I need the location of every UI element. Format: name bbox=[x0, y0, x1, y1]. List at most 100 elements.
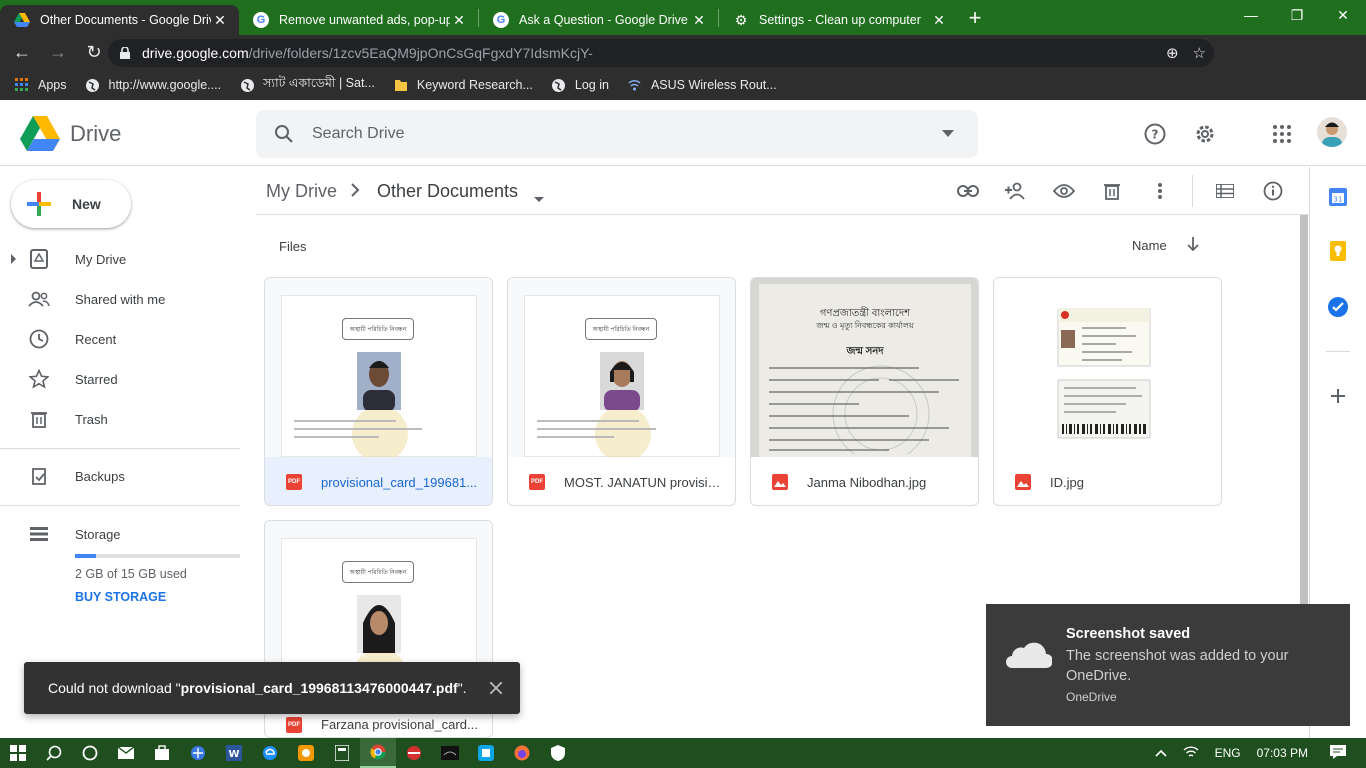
file-card[interactable]: অস্থায়ী পরিচিতি নিবন্ধন PDF MOST. JANAT… bbox=[507, 277, 736, 506]
sidebar-item-storage[interactable]: Storage bbox=[0, 514, 240, 554]
maximize-icon[interactable]: ❐ bbox=[1274, 0, 1320, 30]
system-tray: ENG 07:03 PM bbox=[1147, 738, 1366, 768]
drive-logo-text: Drive bbox=[70, 120, 122, 146]
globe-icon bbox=[85, 77, 101, 93]
bookmark-asus-router[interactable]: ASUS Wireless Rout... bbox=[627, 77, 777, 93]
search-bar[interactable]: Search Drive bbox=[256, 110, 978, 158]
sidebar-item-shared[interactable]: Shared with me bbox=[0, 279, 240, 319]
preview-eye-icon[interactable] bbox=[1052, 179, 1076, 203]
chevron-up-icon[interactable] bbox=[1155, 746, 1167, 760]
tab-drive[interactable]: Other Documents - Google Drive ✕ bbox=[0, 5, 239, 35]
onedrive-notification[interactable]: Screenshot saved The screenshot was adde… bbox=[986, 604, 1350, 726]
chrome-taskbar-icon[interactable] bbox=[360, 738, 396, 768]
bookmark-apps[interactable]: Apps bbox=[14, 77, 67, 93]
file-card[interactable]: গণপ্রজাতন্ত্রী বাংলাদেশ জন্ম ও মৃত্যু নি… bbox=[750, 277, 979, 506]
search-input[interactable]: Search Drive bbox=[312, 125, 918, 143]
pdf-file-icon: PDF bbox=[529, 474, 545, 490]
folder-menu-dropdown-icon[interactable] bbox=[534, 187, 544, 208]
buy-storage-link[interactable]: BUY STORAGE bbox=[75, 590, 166, 604]
info-icon[interactable] bbox=[1261, 179, 1285, 203]
bookmark-log-in[interactable]: Log in bbox=[551, 77, 609, 93]
file-card[interactable]: অস্থায়ী পরিচিতি নিবন্ধন PDF provisional… bbox=[264, 277, 493, 506]
share-add-person-icon[interactable] bbox=[1004, 179, 1028, 203]
close-tab-icon[interactable]: ✕ bbox=[690, 12, 708, 29]
svg-text:W: W bbox=[228, 749, 239, 760]
toast-close-icon[interactable] bbox=[472, 682, 520, 694]
wifi-icon[interactable] bbox=[1183, 745, 1199, 762]
remove-trash-icon[interactable] bbox=[1100, 179, 1124, 203]
search-icon[interactable] bbox=[256, 124, 312, 144]
file-card[interactable]: ID.jpg bbox=[993, 277, 1222, 506]
tab-settings[interactable]: ⚙ Settings - Clean up computer ✕ bbox=[719, 5, 958, 35]
close-tab-icon[interactable]: ✕ bbox=[930, 12, 948, 29]
close-tab-icon[interactable]: ✕ bbox=[211, 12, 229, 29]
address-bar[interactable]: drive.google.com/drive/folders/1zcv5EaQM… bbox=[108, 39, 1214, 67]
new-button[interactable]: New bbox=[11, 180, 131, 228]
sidebar-item-trash[interactable]: Trash bbox=[0, 399, 240, 439]
language-indicator[interactable]: ENG bbox=[1215, 746, 1241, 760]
svg-text:?: ? bbox=[1152, 128, 1159, 142]
sidebar-item-backups[interactable]: Backups bbox=[0, 456, 240, 496]
breadcrumb-my-drive[interactable]: My Drive bbox=[266, 181, 337, 202]
sidebar-item-recent[interactable]: Recent bbox=[0, 319, 240, 359]
settings-gear-icon[interactable] bbox=[1193, 122, 1217, 146]
file-thumbnail: অস্থায়ী পরিচিতি নিবন্ধন bbox=[265, 278, 492, 457]
account-avatar[interactable] bbox=[1317, 117, 1347, 147]
close-window-icon[interactable]: ✕ bbox=[1320, 0, 1366, 30]
sidebar-item-starred[interactable]: Starred bbox=[0, 359, 240, 399]
edge-icon[interactable] bbox=[252, 738, 288, 768]
mail-icon[interactable] bbox=[108, 738, 144, 768]
new-tab-button[interactable]: + bbox=[958, 5, 992, 31]
bookmark-keyword-research[interactable]: Keyword Research... bbox=[393, 77, 533, 93]
firefox-icon[interactable] bbox=[504, 738, 540, 768]
app-icon[interactable] bbox=[180, 738, 216, 768]
app-icon[interactable] bbox=[468, 738, 504, 768]
help-icon[interactable]: ? bbox=[1143, 122, 1167, 146]
trash-icon bbox=[28, 408, 50, 430]
tasks-icon[interactable] bbox=[1328, 297, 1348, 317]
bookmark-google[interactable]: http://www.google.... bbox=[85, 77, 221, 93]
tab-title: Ask a Question - Google Drive H bbox=[519, 13, 690, 27]
bookmark-label: স্যাট একাডেমী | Sat... bbox=[263, 76, 375, 90]
back-icon[interactable]: ← bbox=[6, 37, 38, 69]
search-options-icon[interactable] bbox=[918, 130, 978, 138]
clock-time[interactable]: 07:03 PM bbox=[1257, 746, 1308, 760]
close-tab-icon[interactable]: ✕ bbox=[450, 12, 468, 29]
google-apps-icon[interactable] bbox=[1270, 122, 1294, 146]
add-addon-icon[interactable] bbox=[1328, 386, 1348, 406]
word-icon[interactable]: W bbox=[216, 738, 252, 768]
tab-ask-question[interactable]: G Ask a Question - Google Drive H ✕ bbox=[479, 5, 718, 35]
app-icon[interactable] bbox=[432, 738, 468, 768]
add-icon[interactable]: ⊕ bbox=[1166, 44, 1179, 62]
bookmark-sat-academy[interactable]: স্যাট একাডেমী | Sat... bbox=[239, 75, 375, 95]
tab-remove-ads[interactable]: G Remove unwanted ads, pop-ups ✕ bbox=[239, 5, 478, 35]
scrollbar-thumb[interactable] bbox=[1300, 215, 1308, 605]
search-icon[interactable] bbox=[36, 738, 72, 768]
minimize-icon[interactable]: — bbox=[1228, 0, 1274, 30]
sort-by-name[interactable]: Name bbox=[1132, 238, 1167, 253]
calculator-icon[interactable] bbox=[324, 738, 360, 768]
windows-start-icon[interactable] bbox=[0, 738, 36, 768]
more-actions-icon[interactable] bbox=[1148, 179, 1172, 203]
sort-direction-arrow-icon[interactable] bbox=[1186, 236, 1200, 257]
drive-logo-icon bbox=[20, 116, 60, 151]
breadcrumb-current-folder[interactable]: Other Documents bbox=[377, 181, 518, 202]
store-icon[interactable] bbox=[144, 738, 180, 768]
task-view-icon[interactable] bbox=[72, 738, 108, 768]
forward-icon[interactable]: → bbox=[42, 37, 74, 69]
app-icon[interactable] bbox=[396, 738, 432, 768]
action-center-icon[interactable] bbox=[1330, 744, 1346, 762]
get-link-icon[interactable] bbox=[956, 179, 980, 203]
calendar-icon[interactable]: 31 bbox=[1328, 187, 1348, 207]
list-view-icon[interactable] bbox=[1213, 179, 1237, 203]
drive-logo[interactable]: Drive bbox=[20, 116, 121, 151]
pdf-file-icon: PDF bbox=[286, 474, 302, 490]
keep-icon[interactable] bbox=[1328, 241, 1348, 261]
globe-icon bbox=[239, 77, 255, 93]
reload-icon[interactable]: ↻ bbox=[78, 37, 110, 69]
security-shield-icon[interactable] bbox=[540, 738, 576, 768]
expand-arrow-icon[interactable] bbox=[11, 254, 16, 264]
paint-icon[interactable] bbox=[288, 738, 324, 768]
sidebar-item-my-drive[interactable]: My Drive bbox=[0, 239, 240, 279]
bookmark-star-icon[interactable]: ☆ bbox=[1193, 44, 1206, 62]
